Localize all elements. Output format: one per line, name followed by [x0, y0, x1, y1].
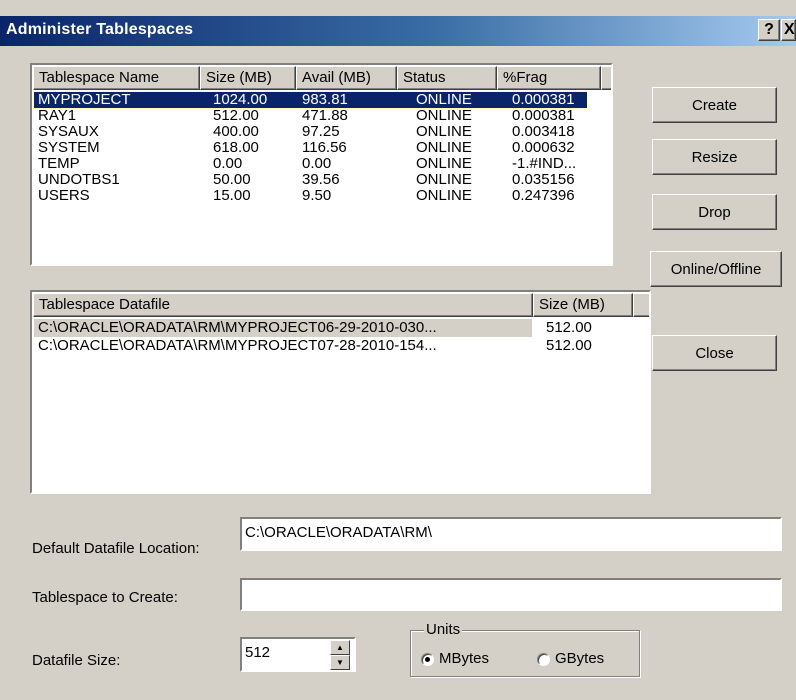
table-row[interactable]: UNDOTBS1 50.00 39.56 ONLINE 0.035156: [32, 172, 611, 188]
cell-size: 15.00: [213, 188, 251, 204]
window-title: Administer Tablespaces: [6, 21, 194, 38]
administer-tablespaces-dialog: Administer Tablespaces ? X Tablespace Na…: [0, 0, 796, 700]
cell-size: 50.00: [213, 172, 251, 188]
cell-avail: 983.81: [302, 92, 348, 108]
help-icon[interactable]: ?: [758, 19, 780, 41]
column-header-datafile-size[interactable]: Size (MB): [533, 293, 633, 317]
cell-status: ONLINE: [416, 108, 472, 124]
cell-frag: 0.000381: [512, 108, 575, 124]
cell-size: 1024.00: [213, 92, 268, 108]
cell-tablespace-name: UNDOTBS1: [38, 172, 120, 188]
tablespace-list[interactable]: Tablespace Name Size (MB) Avail (MB) Sta…: [30, 63, 613, 266]
table-row[interactable]: USERS 15.00 9.50 ONLINE 0.247396: [32, 188, 611, 204]
cell-avail: 0.00: [302, 156, 332, 172]
column-header-tablespace-name[interactable]: Tablespace Name: [33, 66, 200, 90]
close-button[interactable]: Close: [652, 335, 777, 371]
column-header-datafile[interactable]: Tablespace Datafile: [33, 293, 533, 317]
cell-datafile-size: 512.00: [546, 337, 592, 354]
column-header-status[interactable]: Status: [397, 66, 497, 90]
default-location-input[interactable]: C:\ORACLE\ORADATA\RM\: [240, 517, 782, 551]
column-header-size[interactable]: Size (MB): [200, 66, 296, 90]
default-location-label: Default Datafile Location:: [32, 540, 200, 557]
cell-status: ONLINE: [416, 140, 472, 156]
cell-status: ONLINE: [416, 172, 472, 188]
column-header-avail[interactable]: Avail (MB): [296, 66, 397, 90]
resize-button[interactable]: Resize: [652, 139, 777, 175]
table-row[interactable]: RAY1 512.00 471.88 ONLINE 0.000381: [32, 108, 611, 124]
stepper-down-icon[interactable]: ▼: [330, 655, 350, 670]
cell-frag: 0.000632: [512, 140, 575, 156]
cell-size: 0.00: [213, 156, 243, 172]
cell-tablespace-name: SYSTEM: [38, 140, 100, 156]
cell-datafile-path: C:\ORACLE\ORADATA\RM\MYPROJECT07-28-2010…: [38, 337, 437, 354]
cell-avail: 39.56: [302, 172, 340, 188]
cell-status: ONLINE: [416, 188, 472, 204]
gbytes-label[interactable]: GBytes: [555, 650, 604, 667]
cell-tablespace-name: MYPROJECT: [38, 92, 131, 108]
table-row[interactable]: SYSAUX 400.00 97.25 ONLINE 0.003418: [32, 124, 611, 140]
units-legend: Units: [424, 621, 463, 638]
cell-size: 512.00: [213, 108, 259, 124]
table-row[interactable]: TEMP 0.00 0.00 ONLINE -1.#IND...: [32, 156, 611, 172]
cell-tablespace-name: USERS: [38, 188, 90, 204]
cell-tablespace-name: TEMP: [38, 156, 80, 172]
cell-status: ONLINE: [416, 124, 472, 140]
list-item[interactable]: C:\ORACLE\ORADATA\RM\MYPROJECT07-28-2010…: [32, 337, 649, 355]
cell-size: 618.00: [213, 140, 259, 156]
cell-datafile-size: 512.00: [546, 319, 592, 336]
cell-avail: 9.50: [302, 188, 332, 204]
cell-tablespace-name: SYSAUX: [38, 124, 99, 140]
radio-selected-dot: [425, 657, 430, 662]
create-button[interactable]: Create: [652, 87, 777, 123]
mbytes-label[interactable]: MBytes: [439, 650, 489, 667]
cell-frag: 0.247396: [512, 188, 575, 204]
gbytes-radio[interactable]: [537, 653, 550, 666]
online-offline-button[interactable]: Online/Offline: [650, 251, 782, 287]
cell-frag: -1.#IND...: [512, 156, 577, 172]
stepper-up-icon[interactable]: ▲: [330, 640, 350, 655]
cell-avail: 471.88: [302, 108, 348, 124]
tablespace-to-create-label: Tablespace to Create:: [32, 589, 178, 606]
tablespace-to-create-input[interactable]: [240, 578, 782, 611]
datafile-list[interactable]: Tablespace Datafile Size (MB) C:\ORACLE\…: [30, 290, 651, 494]
cell-status: ONLINE: [416, 156, 472, 172]
cell-frag: 0.035156: [512, 172, 575, 188]
cell-frag: 0.000381: [512, 92, 575, 108]
cell-size: 400.00: [213, 124, 259, 140]
table-row[interactable]: SYSTEM 618.00 116.56 ONLINE 0.000632: [32, 140, 611, 156]
cell-tablespace-name: RAY1: [38, 108, 77, 124]
column-header-filler: [601, 66, 611, 90]
column-header-frag[interactable]: %Frag: [497, 66, 601, 90]
cell-status: ONLINE: [416, 92, 472, 108]
title-bar[interactable]: Administer Tablespaces ? X: [0, 16, 796, 46]
table-row[interactable]: MYPROJECT 1024.00 983.81 ONLINE 0.000381: [32, 91, 611, 109]
datafile-size-label: Datafile Size:: [32, 652, 121, 669]
drop-button[interactable]: Drop: [652, 194, 777, 230]
list-item[interactable]: C:\ORACLE\ORADATA\RM\MYPROJECT06-29-2010…: [32, 319, 649, 337]
datafile-size-stepper[interactable]: ▲ ▼: [330, 640, 350, 670]
column-header-filler: [633, 293, 649, 317]
cell-avail: 97.25: [302, 124, 340, 140]
cell-datafile-path: C:\ORACLE\ORADATA\RM\MYPROJECT06-29-2010…: [38, 319, 437, 336]
cell-avail: 116.56: [302, 140, 347, 156]
close-icon[interactable]: X: [781, 19, 796, 41]
cell-frag: 0.003418: [512, 124, 575, 140]
mbytes-radio[interactable]: [421, 653, 434, 666]
